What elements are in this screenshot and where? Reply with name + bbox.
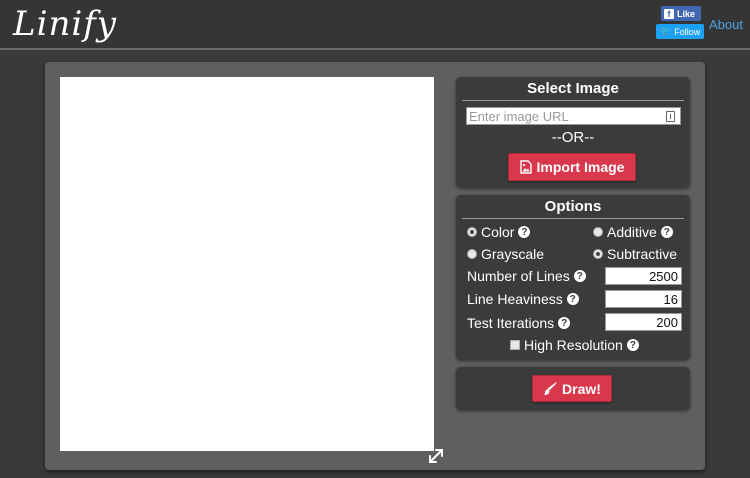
number-of-lines-row: Number of Lines ? [467, 268, 586, 284]
facebook-icon: f [664, 8, 674, 19]
draw-button[interactable]: Draw! [532, 375, 612, 402]
line-heaviness-row: Line Heaviness ? [467, 291, 579, 307]
import-image-button[interactable]: Import Image [508, 153, 636, 181]
twitter-follow-label: Follow [674, 26, 701, 37]
options-card: Options Color ? Additive ? Grayscale Sub… [456, 195, 690, 360]
subtractive-option[interactable]: Subtractive [593, 246, 677, 262]
additive-radio[interactable] [593, 227, 603, 237]
import-image-label: Import Image [536, 159, 625, 175]
high-resolution-label: High Resolution [524, 337, 623, 353]
options-title: Options [544, 198, 602, 215]
help-icon[interactable]: ? [626, 339, 639, 351]
help-icon[interactable]: ? [660, 226, 673, 238]
main-panel: Select Image --OR-- Import Image Options… [45, 62, 705, 470]
image-file-icon [519, 160, 532, 174]
grayscale-radio[interactable] [467, 249, 477, 259]
high-resolution-checkbox[interactable] [510, 340, 520, 350]
about-link[interactable]: About [709, 17, 743, 32]
color-radio[interactable] [467, 227, 477, 237]
draw-label: Draw! [562, 380, 601, 397]
grayscale-option[interactable]: Grayscale [467, 246, 544, 262]
number-of-lines-input[interactable] [605, 267, 682, 285]
help-icon[interactable]: ? [566, 293, 579, 305]
divider [462, 218, 684, 219]
facebook-like-label: Like [677, 8, 696, 19]
select-image-title: Select Image [527, 80, 619, 97]
number-of-lines-label: Number of Lines [467, 268, 570, 284]
additive-option[interactable]: Additive ? [593, 224, 673, 240]
draw-card: Draw! [456, 367, 690, 410]
test-iterations-input[interactable] [605, 313, 682, 331]
resize-expand-icon[interactable] [427, 447, 445, 465]
select-image-card: Select Image --OR-- Import Image [456, 77, 690, 188]
help-icon[interactable]: ? [573, 270, 586, 282]
or-separator: --OR-- [551, 129, 595, 146]
grayscale-label: Grayscale [481, 246, 545, 262]
help-icon[interactable]: ? [558, 317, 571, 329]
additive-label: Additive [607, 224, 657, 240]
twitter-icon: 🐦 [660, 26, 672, 36]
social-buttons: f Like 🐦 Follow [656, 6, 704, 39]
input-info-icon [666, 111, 675, 122]
twitter-follow-button[interactable]: 🐦 Follow [656, 24, 704, 39]
help-icon[interactable]: ? [518, 226, 531, 238]
test-iterations-label: Test Iterations [467, 315, 555, 331]
color-label: Color [481, 224, 515, 240]
subtractive-label: Subtractive [607, 246, 678, 262]
app-logo[interactable]: Linify [13, 4, 117, 44]
image-url-input[interactable] [466, 107, 681, 125]
test-iterations-row: Test Iterations ? [467, 315, 571, 331]
line-heaviness-label: Line Heaviness [467, 291, 563, 307]
paintbrush-icon [543, 381, 557, 395]
line-heaviness-input[interactable] [605, 290, 682, 308]
drawing-canvas[interactable] [60, 77, 434, 451]
color-option[interactable]: Color ? [467, 224, 531, 240]
high-resolution-option[interactable]: High Resolution ? [510, 337, 639, 353]
facebook-like-button[interactable]: f Like [661, 6, 701, 21]
header: Linify f Like 🐦 Follow About [0, 0, 750, 50]
divider [462, 100, 684, 101]
subtractive-radio[interactable] [593, 249, 603, 259]
